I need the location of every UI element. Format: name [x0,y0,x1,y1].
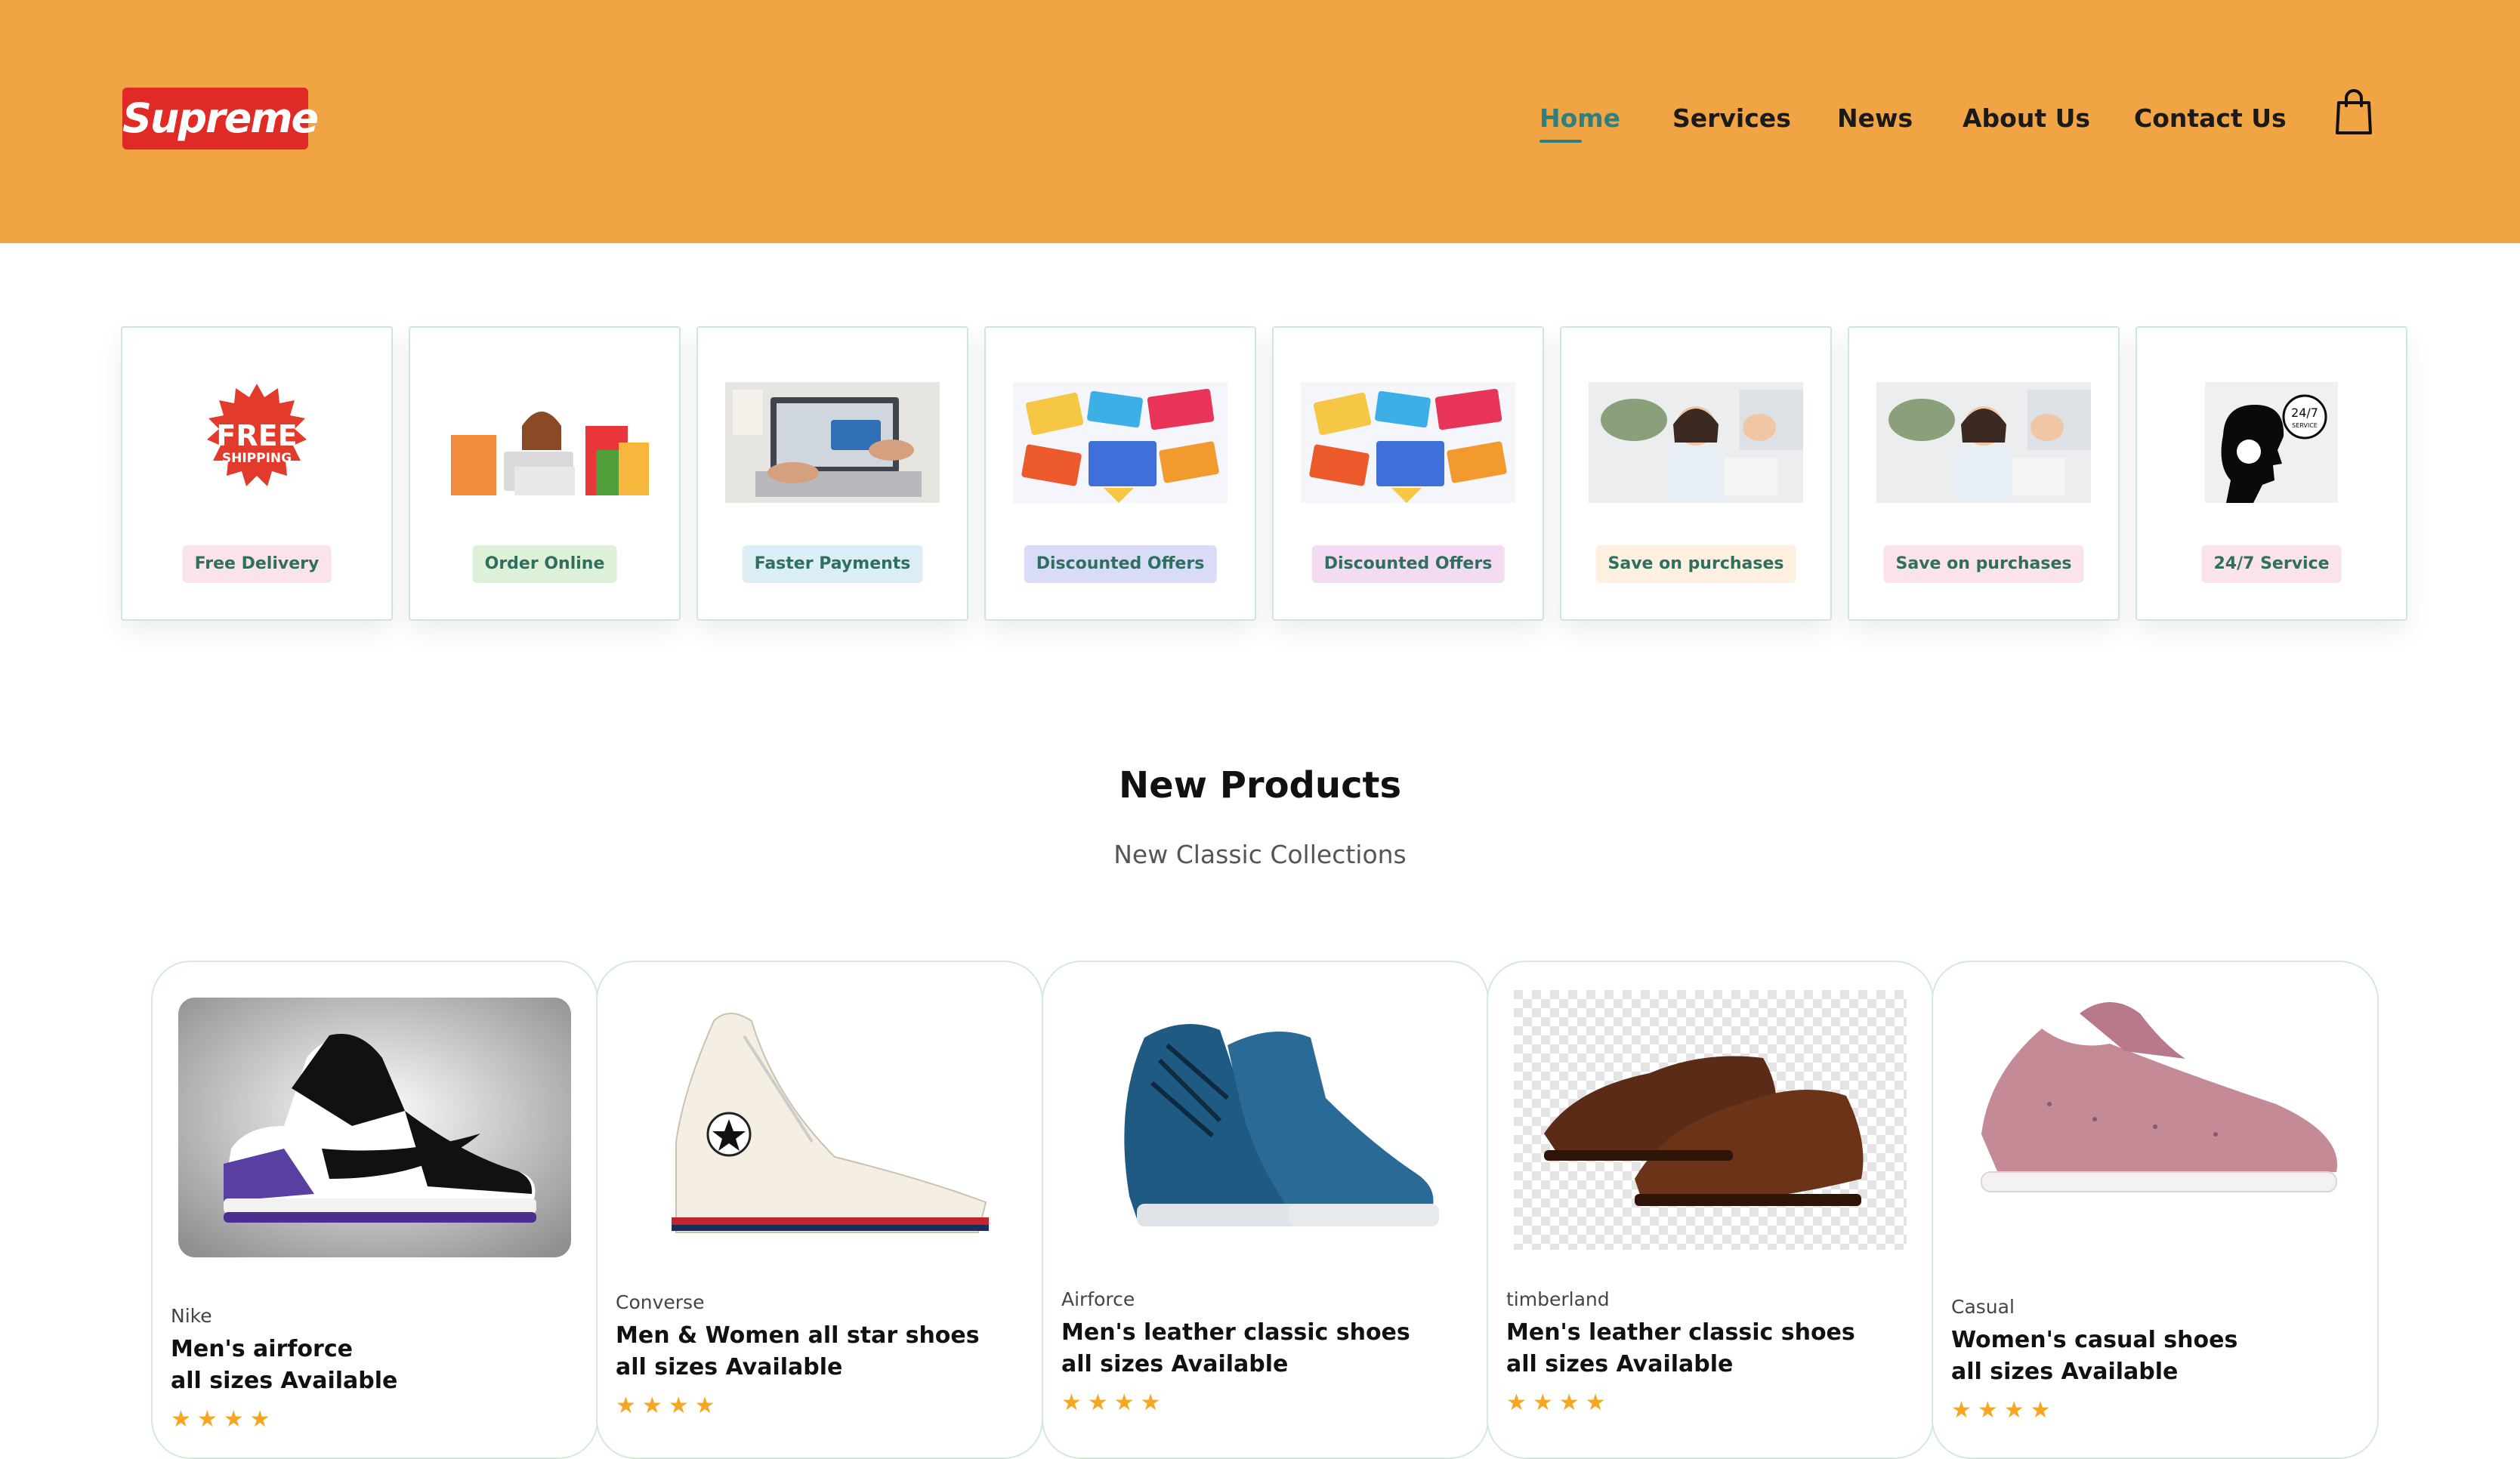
super-sale-banner-image [1301,382,1515,503]
service-badge-24-7-text: 24/7 [2291,406,2318,420]
product-name[interactable]: Men's leather classic shoes [1061,1317,1410,1349]
section-subtitle: New Classic Collections [1113,840,1407,869]
nav-services[interactable]: Services [1672,100,1791,137]
product-card-airforce[interactable]: Airforce Men's leather classic shoes all… [1042,961,1489,1459]
rating-stars: ★★★★ [1506,1390,1612,1416]
product-card-nike[interactable]: Nike Men's airforce all sizes Available … [151,961,598,1459]
service-tag: Discounted Offers [1024,545,1217,583]
service-card-faster-payments[interactable]: Faster Payments [696,326,968,621]
badge-shipping-text: SHIPPING [222,451,292,466]
product-name[interactable]: Men's leather classic shoes [1506,1317,1855,1349]
service-tag: Free Delivery [182,545,332,583]
supreme-logo[interactable]: Supreme [122,88,319,150]
pink-slip-on-sneaker-image[interactable] [1959,983,2352,1243]
product-brand: Converse [616,1291,705,1313]
badge-free-text: FREE [216,419,297,452]
nike-sneaker-image[interactable] [178,989,571,1266]
service-tag: Faster Payments [742,545,923,583]
product-brand: timberland [1506,1288,1610,1310]
service-card-discounted-offers[interactable]: Discounted Offers [984,326,1256,621]
service-card-order-online[interactable]: Order Online [409,326,681,621]
brown-leather-oxford-image[interactable] [1514,989,1907,1251]
converse-high-top-image[interactable] [623,991,1016,1251]
blue-high-top-sneaker-image[interactable] [1069,1000,1462,1260]
site-header: Supreme Home Services News About Us Cont… [0,0,2520,243]
section-title: New Products [1118,764,1402,807]
product-sizes: all sizes Available [171,1368,398,1394]
service-card-free-delivery[interactable]: FREE SHIPPING Free Delivery [121,326,393,621]
service-tag: Save on purchases [1883,545,2084,583]
product-sizes: all sizes Available [616,1354,843,1380]
support-headset-icon: 24/7 SERVICE [2205,382,2338,503]
active-nav-indicator [1539,140,1582,143]
service-card-save-on-purchases-2[interactable]: Save on purchases [1848,326,2120,621]
service-tag: Save on purchases [1595,545,1796,583]
product-sizes: all sizes Available [1506,1351,1734,1377]
service-badge-service-text: SERVICE [2292,422,2318,429]
free-shipping-badge-icon: FREE SHIPPING [207,384,307,486]
woman-holding-money-image [1876,382,2091,503]
product-name[interactable]: Men & Women all star shoes [616,1320,980,1352]
rating-stars: ★★★★ [171,1406,276,1433]
nav-news[interactable]: News [1837,100,1913,137]
woman-holding-money-image [1589,382,1803,503]
laptop-card-payment-image [725,382,940,503]
product-card-timberland[interactable]: timberland Men's leather classic shoes a… [1487,961,1934,1459]
product-sizes: all sizes Available [1951,1359,2179,1385]
product-sizes: all sizes Available [1061,1351,1289,1377]
service-tag: Discounted Offers [1311,545,1505,583]
nav-home[interactable]: Home [1539,100,1620,137]
super-sale-banner-image [1013,382,1228,503]
woman-shopping-laptop-image [437,382,652,503]
service-card-24-7-service[interactable]: 24/7 SERVICE 24/7 Service [2136,326,2407,621]
product-card-converse[interactable]: Converse Men & Women all star shoes all … [596,961,1043,1459]
shopping-bag-icon[interactable] [2334,89,2373,136]
product-brand: Nike [171,1305,212,1327]
service-tag: 24/7 Service [2201,545,2342,583]
product-name[interactable]: Men's airforce [171,1334,353,1365]
service-card-discounted-offers-2[interactable]: Discounted Offers [1272,326,1544,621]
product-card-casual[interactable]: Casual Women's casual shoes all sizes Av… [1932,961,2379,1459]
nav-contact-us[interactable]: Contact Us [2134,100,2287,137]
service-card-save-on-purchases[interactable]: Save on purchases [1560,326,1832,621]
service-tag: Order Online [472,545,617,583]
product-name[interactable]: Women's casual shoes [1951,1325,2237,1356]
product-brand: Airforce [1061,1288,1135,1310]
rating-stars: ★★★★ [1061,1390,1167,1416]
rating-stars: ★★★★ [1951,1397,2057,1424]
nav-about-us[interactable]: About Us [1963,100,2090,137]
product-brand: Casual [1951,1296,2015,1318]
